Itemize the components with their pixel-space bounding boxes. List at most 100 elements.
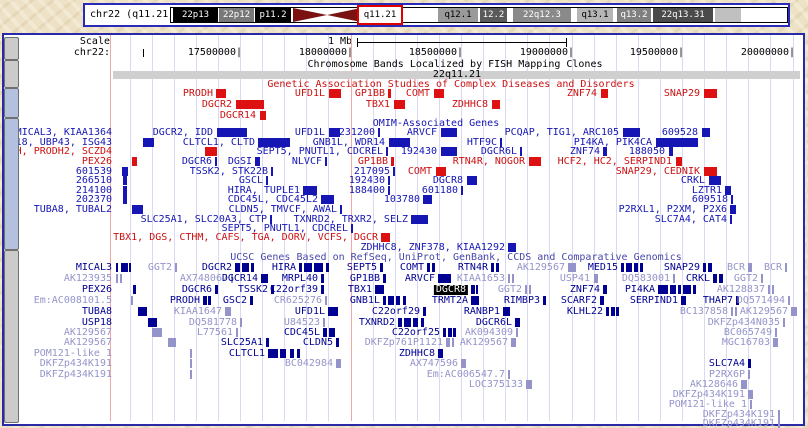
- gene-label[interactable]: DGCR2: [202, 263, 232, 273]
- gene-label[interactable]: PI4KA: [625, 285, 655, 295]
- gene-label[interactable]: GGT2: [148, 263, 172, 273]
- gene-box[interactable]: [336, 338, 339, 347]
- gene-label[interactable]: DKFZp434K191: [703, 419, 775, 428]
- gene-label[interactable]: AK128837: [717, 285, 765, 295]
- chromosome-ideogram[interactable]: chr22 (q11.21) 22p1322p12p11.2q12.112.22…: [83, 3, 790, 27]
- gene-box[interactable]: [203, 296, 207, 305]
- gene-box[interactable]: [261, 274, 268, 283]
- gene-box[interactable]: [778, 410, 780, 419]
- gene-box[interactable]: [215, 157, 217, 166]
- gene-box[interactable]: [526, 380, 532, 389]
- gene-box[interactable]: [709, 176, 721, 185]
- gene-label[interactable]: BC137858: [680, 307, 728, 317]
- gene-label[interactable]: CLTCL1, CLTD: [183, 138, 255, 148]
- gene-box[interactable]: [131, 296, 133, 305]
- gene-box[interactable]: [216, 89, 226, 98]
- gene-label[interactable]: KIAA1653: [457, 274, 505, 284]
- gene-box[interactable]: [432, 263, 435, 272]
- gene-box[interactable]: [693, 285, 696, 294]
- gene-label[interactable]: BCR: [727, 263, 745, 273]
- gene-box[interactable]: [120, 274, 122, 283]
- gene-label[interactable]: PRODH: [183, 89, 213, 99]
- gene-box[interactable]: [683, 285, 691, 294]
- gene-label[interactable]: AX748067: [180, 274, 228, 284]
- gene-box[interactable]: [750, 400, 752, 409]
- gene-box[interactable]: [748, 370, 750, 379]
- gene-label[interactable]: RTN4R: [458, 263, 488, 273]
- gene-box[interactable]: [251, 263, 254, 272]
- gene-box[interactable]: [681, 296, 686, 305]
- gene-box[interactable]: [116, 263, 118, 272]
- gene-label[interactable]: DQ571494: [737, 296, 785, 306]
- gene-box[interactable]: [152, 328, 162, 337]
- gene-box[interactable]: [242, 263, 249, 272]
- gene-label[interactable]: CLTCL1: [229, 349, 265, 359]
- gene-box[interactable]: [775, 328, 777, 337]
- gene-label[interactable]: AX747596: [410, 359, 458, 369]
- track-title[interactable]: Chromosome Bands Localized by FISH Mappi…: [307, 60, 602, 70]
- gene-box[interactable]: [438, 349, 443, 358]
- gene-box[interactable]: [453, 328, 456, 337]
- gene-label[interactable]: DGCR14: [220, 111, 256, 121]
- gene-label[interactable]: RIMBP3: [504, 296, 540, 306]
- gene-box[interactable]: [190, 359, 192, 368]
- gene-box[interactable]: [321, 195, 334, 204]
- track-config-button[interactable]: [4, 118, 19, 250]
- gene-box[interactable]: [471, 296, 479, 305]
- gene-label[interactable]: GGT2: [498, 285, 522, 295]
- gene-box[interactable]: [621, 263, 624, 272]
- gene-box[interactable]: [529, 285, 531, 294]
- gene-label[interactable]: LOC375133: [469, 380, 523, 390]
- track-config-button[interactable]: [4, 37, 19, 60]
- gene-label[interactable]: ZNF74: [570, 285, 600, 295]
- gene-box[interactable]: [702, 128, 710, 137]
- gene-box[interactable]: [329, 328, 335, 337]
- gene-box[interactable]: [496, 263, 499, 272]
- gene-label[interactable]: GNB1L: [350, 296, 380, 306]
- gene-box[interactable]: [168, 338, 176, 347]
- gene-label[interactable]: SNAP29: [664, 89, 700, 99]
- gene-box[interactable]: [299, 263, 302, 272]
- gene-box[interactable]: [461, 186, 463, 195]
- gene-box[interactable]: [529, 157, 541, 166]
- gene-box[interactable]: [427, 263, 430, 272]
- gene-box[interactable]: [138, 307, 147, 316]
- gene-box[interactable]: [260, 111, 266, 120]
- gene-box[interactable]: [375, 285, 384, 294]
- gene-box[interactable]: [383, 296, 386, 305]
- gene-box[interactable]: [525, 285, 527, 294]
- gene-label[interactable]: C22orf39: [270, 285, 318, 295]
- gene-label[interactable]: DGCR6: [182, 285, 212, 295]
- gene-label[interactable]: MGC16703: [722, 338, 770, 348]
- gene-label[interactable]: AK123935: [64, 274, 112, 284]
- gene-box[interactable]: [761, 274, 763, 283]
- gene-label[interactable]: HIRA: [272, 263, 296, 273]
- gene-label[interactable]: NLVCF: [292, 157, 322, 167]
- ideogram-band-q13.2[interactable]: q13.2: [617, 8, 651, 22]
- gene-box[interactable]: [520, 147, 522, 156]
- gene-box[interactable]: [503, 307, 510, 316]
- gene-label[interactable]: THAP7: [703, 296, 733, 306]
- gene-box[interactable]: [411, 215, 428, 224]
- gene-box[interactable]: [492, 100, 500, 109]
- gene-box[interactable]: [703, 263, 706, 272]
- ideogram-band-tip[interactable]: [715, 8, 741, 22]
- gene-box[interactable]: [255, 157, 260, 166]
- gene-label[interactable]: DKFZp434K191: [40, 370, 112, 380]
- ideogram-band-22p12[interactable]: 22p12: [219, 8, 254, 22]
- gene-box[interactable]: [250, 296, 253, 305]
- gene-label[interactable]: RANBP1: [464, 307, 500, 317]
- gene-box[interactable]: [768, 285, 770, 294]
- gene-label[interactable]: Em:AC008101.5: [34, 296, 112, 306]
- gene-box[interactable]: [515, 318, 520, 327]
- gene-label[interactable]: 192430: [401, 147, 437, 157]
- gene-box[interactable]: [271, 167, 273, 176]
- gene-box[interactable]: [266, 338, 269, 347]
- gene-box[interactable]: [741, 380, 747, 389]
- gene-box[interactable]: [594, 274, 598, 283]
- gene-label[interactable]: SEPT5: [347, 263, 377, 273]
- gene-box[interactable]: [398, 318, 402, 327]
- gene-label[interactable]: SLC25A1: [221, 338, 263, 348]
- gene-box[interactable]: [719, 274, 723, 283]
- gene-box[interactable]: [448, 328, 452, 337]
